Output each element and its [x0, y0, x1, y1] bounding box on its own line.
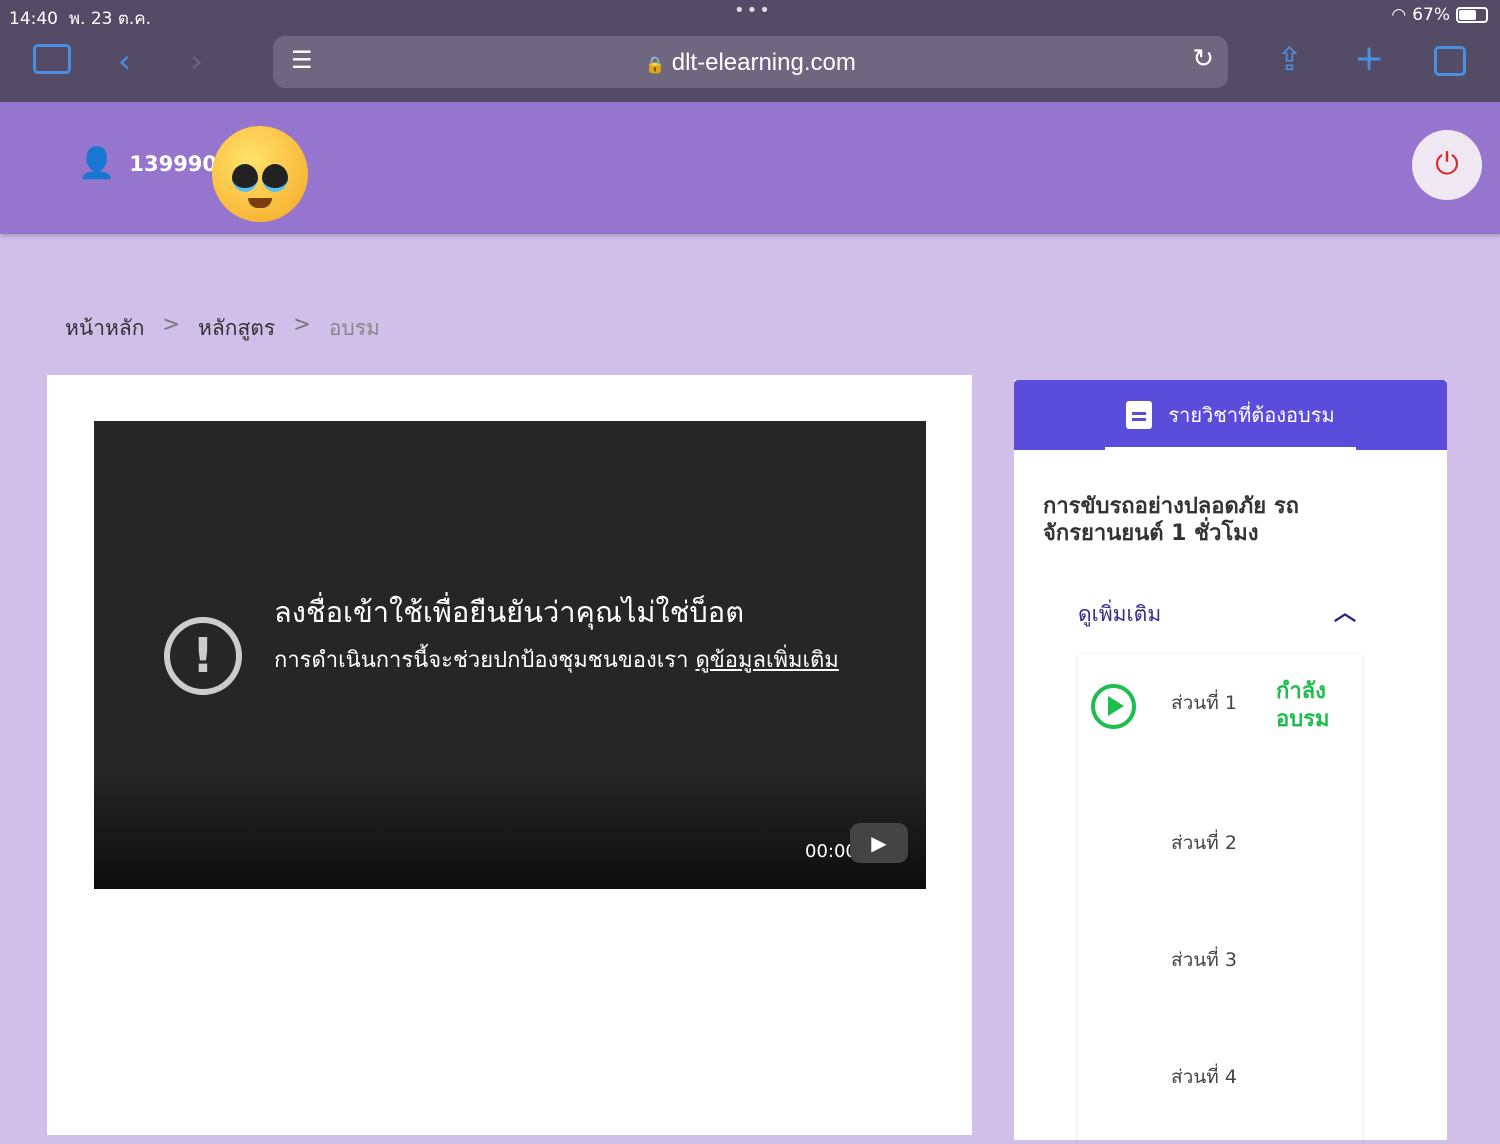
warning-icon: ! — [164, 617, 242, 695]
tab-label: รายวิชาที่ต้องอบรม — [1168, 403, 1335, 427]
share-icon[interactable]: ⇪ — [1276, 40, 1303, 78]
pleading-face-emoji — [212, 126, 308, 222]
tab-required-courses[interactable]: รายวิชาที่ต้องอบรม — [1014, 380, 1447, 450]
play-icon: ▶ — [871, 831, 887, 855]
status-badge: กำลังอบรม — [1276, 679, 1330, 732]
tabs-icon[interactable] — [1434, 46, 1466, 76]
document-icon — [1126, 401, 1153, 429]
url-text: dlt-elearning.com — [671, 49, 856, 76]
address-bar[interactable]: ☰ 🔒 dlt-elearning.com ↻ — [273, 36, 1228, 88]
list-item[interactable]: ส่วนที่ 1 กำลังอบรม — [1078, 654, 1362, 764]
list-item[interactable]: ส่วนที่ 4 — [1171, 1062, 1237, 1092]
breadcrumb-home[interactable]: หน้าหลัก — [65, 312, 144, 345]
site-header: 👤 1399900 ⏻ — [0, 102, 1500, 234]
list-item[interactable]: ส่วนที่ 2 — [1171, 828, 1237, 858]
user-info: 👤 1399900 — [78, 146, 232, 181]
status-time: 14:40 พ. 23 ต.ค. — [9, 9, 152, 29]
reload-icon[interactable]: ↻ — [1192, 44, 1214, 74]
battery-icon — [1456, 7, 1488, 23]
wifi-icon: ◠ — [1391, 5, 1407, 25]
breadcrumb-separator: > — [293, 312, 311, 336]
part-list: ส่วนที่ 1 กำลังอบรม ส่วนที่ 2 ส่วนที่ 3 … — [1078, 654, 1362, 1144]
new-tab-icon[interactable]: + — [1354, 38, 1384, 79]
part-label: ส่วนที่ 1 — [1171, 692, 1237, 714]
lock-icon: 🔒 — [645, 57, 666, 74]
play-circle-icon[interactable] — [1091, 684, 1136, 729]
status-bar: 14:40 พ. 23 ต.ค. ••• ◠ 67% — [0, 0, 1500, 30]
logout-button[interactable]: ⏻ — [1412, 130, 1482, 200]
learn-more-link[interactable]: ดูข้อมูลเพิ่มเติม — [695, 648, 838, 673]
breadcrumb: หน้าหลัก > หลักสูตร > อบรม — [65, 312, 380, 345]
breadcrumb-courses[interactable]: หลักสูตร — [198, 312, 275, 345]
video-error-subtitle: การดำเนินการนี้จะช่วยปกป้องชุมชนของเรา ด… — [274, 648, 839, 673]
power-icon: ⏻ — [1435, 147, 1459, 182]
battery-status: ◠ 67% — [1391, 5, 1488, 25]
video-player[interactable]: ! ลงชื่อเข้าใช้เพื่อยืนยันว่าคุณไม่ใช่บ็… — [94, 421, 926, 889]
more-dots-icon[interactable]: ••• — [734, 0, 772, 21]
course-sidebar: รายวิชาที่ต้องอบรม การขับรถอย่างปลอดภัย … — [1014, 380, 1447, 1140]
video-error-title: ลงชื่อเข้าใช้เพื่อยืนยันว่าคุณไม่ใช่บ็อต — [274, 595, 745, 629]
breadcrumb-current: อบรม — [328, 316, 380, 340]
user-icon: 👤 — [78, 146, 116, 181]
browser-toolbar: ‹ › ☰ 🔒 dlt-elearning.com ↻ ⇪ + — [0, 30, 1500, 102]
see-more-toggle[interactable]: ดูเพิ่มเติม — [1078, 598, 1161, 631]
breadcrumb-separator: > — [162, 312, 181, 336]
forward-icon[interactable]: › — [190, 42, 203, 80]
sidebar-toggle-icon[interactable] — [33, 44, 71, 74]
back-icon[interactable]: ‹ — [118, 42, 131, 80]
chevron-up-icon[interactable]: ︿ — [1334, 595, 1356, 627]
list-item[interactable]: ส่วนที่ 3 — [1171, 945, 1237, 975]
course-title: การขับรถอย่างปลอดภัย รถจักรยานยนต์ 1 ชั่… — [1043, 494, 1299, 546]
main-content: ! ลงชื่อเข้าใช้เพื่อยืนยันว่าคุณไม่ใช่บ็… — [47, 375, 972, 1135]
youtube-play-button[interactable]: ▶ — [850, 823, 908, 863]
